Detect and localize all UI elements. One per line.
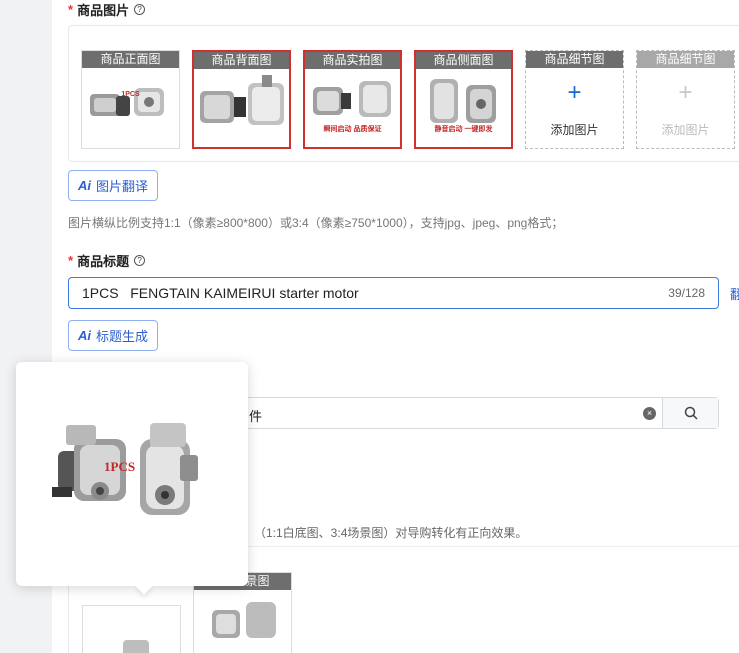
help-icon[interactable]: ? (134, 4, 146, 15)
white-background-hint: （1:1白底图、3:4场景图）对导购转化有正向效果。 (254, 526, 528, 540)
ai-icon: Ai (78, 328, 91, 343)
char-count: 39/128 (668, 286, 705, 300)
starter-motor-image (90, 88, 164, 116)
image-upload-panel: 商品正面图 1PCS 商品背面图 商品实拍图 瞬间启动 品质保证 商品侧面图 静… (68, 25, 739, 162)
images-section-title: * 商品图片 ? (68, 0, 146, 19)
plus-icon: + (678, 79, 693, 106)
starter-motor-image (123, 640, 149, 653)
starter-motor-image (430, 79, 496, 123)
title-generate-button[interactable]: Ai 标题生成 (68, 320, 159, 351)
title-section-title: * 商品标题 ? (68, 251, 146, 270)
image-preview-popover: 1PCS (16, 362, 248, 595)
starter-motor-image (313, 81, 391, 117)
plus-icon: + (567, 79, 582, 106)
image-slot-front[interactable]: 商品正面图 1PCS (81, 50, 180, 149)
translate-link[interactable]: 翻 (730, 284, 739, 303)
image-translate-button[interactable]: Ai 图片翻译 (68, 170, 159, 201)
image-slot-real-shot[interactable]: 商品实拍图 瞬间启动 品质保证 (303, 50, 402, 149)
starter-motor-image (212, 602, 276, 638)
clear-icon[interactable]: × (643, 407, 656, 420)
image-format-hint: 图片横纵比例支持1:1（像素≥800*800）或3:4（像素≥750*1000）… (68, 216, 564, 230)
category-search-input[interactable]: 件 × (212, 397, 719, 429)
image-slot-detail-add-disabled[interactable]: 商品细节图 + 添加图片 (636, 50, 735, 149)
image-slot-side[interactable]: 商品侧面图 静音启动 一键即发 (414, 50, 513, 149)
product-title-input[interactable]: 1PCS FENGTAIN KAIMEIRUI starter motor 39… (68, 277, 719, 309)
image-slot-white-bg[interactable] (82, 605, 181, 653)
preview-image: 1PCS (30, 395, 236, 551)
ai-icon: Ai (78, 178, 91, 193)
image-slot-back[interactable]: 商品背面图 (192, 50, 291, 149)
starter-motor-image (200, 75, 284, 125)
image-slot-detail-add[interactable]: 商品细节图 + 添加图片 (525, 50, 624, 149)
search-button[interactable] (662, 398, 718, 428)
search-icon (684, 406, 698, 420)
help-icon[interactable]: ? (134, 255, 146, 266)
